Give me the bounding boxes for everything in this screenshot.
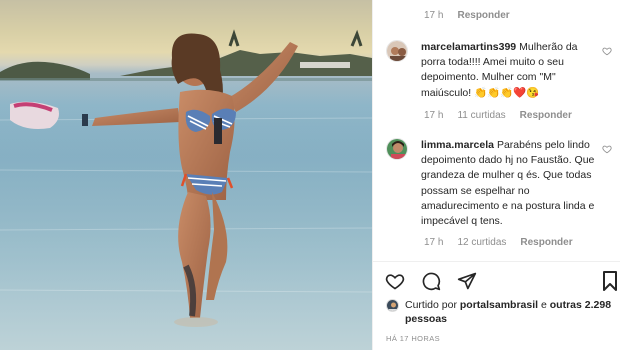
post-photo[interactable]: [0, 0, 372, 350]
post-timestamp[interactable]: HÁ 17 HORAS: [386, 334, 440, 343]
comment-time: 17 h: [424, 110, 444, 121]
comment-icon: [422, 272, 441, 291]
avatar[interactable]: [386, 138, 408, 160]
comment-body: Parabéns pelo lindo depoimento dado hj n…: [421, 139, 595, 228]
comment-meta: 17 h 12 curtidas Responder: [424, 237, 573, 248]
like-comment-heart-icon[interactable]: [602, 46, 612, 56]
save-button[interactable]: [602, 271, 618, 291]
share-icon: [457, 272, 477, 290]
post-actions: [384, 270, 492, 292]
avatar[interactable]: [386, 40, 408, 62]
liker-avatar[interactable]: [386, 299, 399, 312]
comment-meta: 17 h 11 curtidas Responder: [424, 110, 572, 121]
actions-divider: [372, 261, 620, 262]
liked-by-user[interactable]: portalsambrasil: [460, 299, 538, 311]
comment-time: 17 h: [424, 237, 444, 248]
comment-likes[interactable]: 12 curtidas: [457, 237, 506, 248]
comment-button[interactable]: [420, 270, 442, 292]
heart-icon: [385, 274, 405, 290]
comment-username[interactable]: marcelamartins399: [421, 41, 516, 53]
comment-time: 17 h: [424, 10, 444, 21]
comment-text-block: marcelamartins399 Mulherão da porra toda!…: [421, 40, 599, 101]
previous-comment-meta: 17 h Responder: [424, 10, 510, 21]
liked-by-middle: e: [541, 299, 547, 311]
reply-button[interactable]: Responder: [457, 10, 509, 21]
bookmark-icon: [603, 271, 617, 291]
liked-by-prefix: Curtido por: [405, 299, 457, 311]
like-comment-heart-icon[interactable]: [602, 144, 612, 154]
comment-likes[interactable]: 11 curtidas: [457, 110, 505, 121]
like-button[interactable]: [384, 270, 406, 292]
panel-divider: [372, 0, 373, 350]
comment-text-block: limma.marcela Parabéns pelo lindo depoime…: [421, 138, 599, 229]
reply-button[interactable]: Responder: [520, 110, 572, 121]
reply-button[interactable]: Responder: [520, 237, 572, 248]
comment-username[interactable]: limma.marcela: [421, 139, 494, 151]
beach-scene: [0, 29, 372, 350]
share-button[interactable]: [456, 270, 478, 292]
